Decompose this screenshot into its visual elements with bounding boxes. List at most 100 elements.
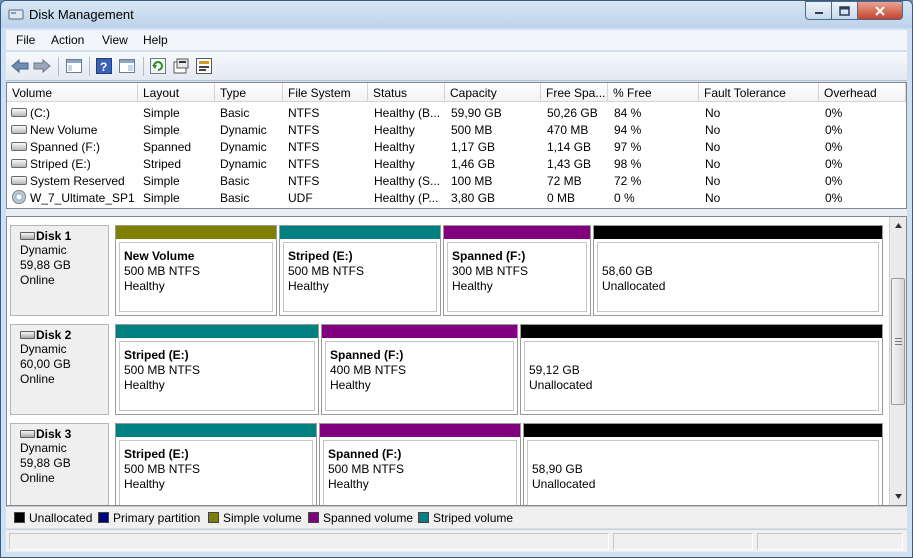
partition-size: 500 MB NTFS bbox=[328, 462, 405, 476]
column-header-file-system[interactable]: File System bbox=[283, 83, 368, 102]
disk-state: Online bbox=[20, 273, 55, 287]
title-bar[interactable]: Disk Management bbox=[1, 1, 912, 28]
cell-overhead: 0% bbox=[825, 157, 843, 171]
partition-block[interactable]: New Volume 500 MB NTFS Healthy bbox=[115, 225, 277, 316]
unallocated-block[interactable]: 58,90 GB Unallocated bbox=[523, 423, 883, 505]
maximize-button[interactable] bbox=[831, 1, 858, 20]
column-header-overhead[interactable]: Overhead bbox=[819, 83, 906, 102]
console-tree-button[interactable] bbox=[65, 57, 83, 75]
toolbar-separator bbox=[143, 57, 144, 76]
partition-size: 58,60 GB bbox=[602, 264, 653, 278]
partition-name: Spanned (F:) bbox=[452, 249, 526, 263]
partition-size: 500 MB NTFS bbox=[124, 462, 201, 476]
cell-overhead: 0% bbox=[825, 123, 843, 137]
close-button[interactable] bbox=[857, 1, 903, 20]
forward-arrow-icon bbox=[33, 59, 51, 73]
help-button[interactable]: ? bbox=[95, 57, 113, 75]
scroll-down-button[interactable] bbox=[890, 488, 906, 505]
column-header-capacity[interactable]: Capacity bbox=[445, 83, 541, 102]
partition-block[interactable]: Spanned (F:) 500 MB NTFS Healthy bbox=[319, 423, 521, 505]
partition-block[interactable]: Spanned (F:) 400 MB NTFS Healthy bbox=[321, 324, 518, 415]
help-topics-icon bbox=[119, 59, 135, 73]
cell-status: Healthy (P... bbox=[374, 191, 439, 205]
cell-status: Healthy bbox=[374, 157, 415, 171]
status-pane-main bbox=[9, 533, 609, 550]
menu-help[interactable]: Help bbox=[143, 33, 168, 47]
partition-status: Unallocated bbox=[602, 279, 666, 293]
disk-type: Dynamic bbox=[20, 243, 67, 257]
volume-list[interactable]: Volume Layout Type File System Status Ca… bbox=[6, 82, 907, 209]
column-header-type[interactable]: Type bbox=[215, 83, 283, 102]
properties-button[interactable] bbox=[172, 57, 190, 75]
volume-row[interactable]: Spanned (F:) Spanned Dynamic NTFS Healthy 1,1… bbox=[7, 138, 906, 155]
partition-type-band bbox=[322, 325, 517, 338]
partition-size: 58,90 GB bbox=[532, 462, 583, 476]
cell-free-space: 50,26 GB bbox=[547, 106, 598, 120]
back-button[interactable] bbox=[11, 57, 29, 75]
partition-status: Healthy bbox=[124, 279, 165, 293]
partition-block[interactable]: Striped (E:) 500 MB NTFS Healthy bbox=[115, 423, 317, 505]
minimize-button[interactable] bbox=[805, 1, 832, 20]
scroll-up-icon bbox=[894, 223, 902, 228]
volume-row[interactable]: System Reserved Simple Basic NTFS Healthy (S… bbox=[7, 172, 906, 189]
optical-disc-icon bbox=[12, 190, 26, 204]
partition-block[interactable]: Spanned (F:) 300 MB NTFS Healthy bbox=[443, 225, 591, 316]
unallocated-block[interactable]: 58,60 GB Unallocated bbox=[593, 225, 883, 316]
volume-row[interactable]: New Volume Simple Dynamic NTFS Healthy 500 MB… bbox=[7, 121, 906, 138]
menu-view[interactable]: View bbox=[102, 33, 128, 47]
svg-text:?: ? bbox=[100, 60, 107, 74]
disk-info-panel[interactable]: Disk 3 Dynamic 59,88 GB Online bbox=[10, 423, 109, 505]
disk-type: Dynamic bbox=[20, 342, 67, 356]
column-header-percent-free[interactable]: % Free bbox=[608, 83, 699, 102]
cell-percent-free: 97 % bbox=[614, 140, 642, 154]
partition-body: 58,60 GB Unallocated bbox=[597, 242, 879, 312]
vertical-scrollbar[interactable] bbox=[889, 217, 906, 505]
grip-icon bbox=[894, 338, 902, 345]
column-header-layout[interactable]: Layout bbox=[138, 83, 215, 102]
cell-capacity: 100 MB bbox=[451, 174, 493, 188]
unallocated-block[interactable]: 59,12 GB Unallocated bbox=[520, 324, 883, 415]
disk-properties-button[interactable] bbox=[195, 57, 213, 75]
disk-info-panel[interactable]: Disk 1 Dynamic 59,88 GB Online bbox=[10, 225, 109, 316]
scroll-up-button[interactable] bbox=[890, 217, 906, 234]
volume-row[interactable]: W_7_Ultimate_SP1... Simple Basic UDF Healthy… bbox=[7, 189, 906, 206]
volume-row[interactable]: Striped (E:) Striped Dynamic NTFS Healthy 1,4… bbox=[7, 155, 906, 172]
disk-name: Disk 3 bbox=[36, 427, 72, 441]
disk-info-panel[interactable]: Disk 2 Dynamic 60,00 GB Online bbox=[10, 324, 109, 415]
refresh-button[interactable] bbox=[149, 57, 167, 75]
cell-volume: W_7_Ultimate_SP1... bbox=[30, 191, 136, 205]
maximize-icon bbox=[839, 5, 850, 16]
console-tree-icon bbox=[66, 59, 82, 73]
hard-disk-icon bbox=[20, 232, 35, 240]
cell-capacity: 59,90 GB bbox=[451, 106, 502, 120]
cell-free-space: 1,43 GB bbox=[547, 157, 592, 171]
partition-status: Healthy bbox=[288, 279, 329, 293]
cell-capacity: 1,17 GB bbox=[451, 140, 496, 154]
cell-free-space: 0 MB bbox=[547, 191, 576, 205]
forward-button[interactable] bbox=[33, 57, 51, 75]
menu-action[interactable]: Action bbox=[51, 33, 84, 47]
partition-size: 500 MB NTFS bbox=[124, 264, 201, 278]
partition-type-band bbox=[116, 226, 276, 239]
pane-splitter[interactable] bbox=[6, 209, 907, 216]
column-header-fault-tolerance[interactable]: Fault Tolerance bbox=[699, 83, 819, 102]
menu-file[interactable]: File bbox=[16, 33, 35, 47]
cell-free-space: 72 MB bbox=[547, 174, 582, 188]
drive-icon bbox=[11, 125, 27, 134]
drive-icon bbox=[11, 176, 27, 185]
window-title: Disk Management bbox=[29, 7, 134, 22]
column-header-free-space[interactable]: Free Spa... bbox=[541, 83, 608, 102]
help-topics-button[interactable] bbox=[118, 57, 136, 75]
volume-row[interactable]: (C:) Simple Basic NTFS Healthy (B... 59,90 GB… bbox=[7, 104, 906, 121]
column-header-status[interactable]: Status bbox=[368, 83, 445, 102]
column-header-volume[interactable]: Volume bbox=[7, 83, 138, 102]
partition-block[interactable]: Striped (E:) 500 MB NTFS Healthy bbox=[279, 225, 441, 316]
scroll-thumb[interactable] bbox=[891, 278, 905, 405]
cell-type: Dynamic bbox=[220, 157, 267, 171]
partition-status: Healthy bbox=[124, 378, 165, 392]
cell-percent-free: 98 % bbox=[614, 157, 642, 171]
partition-block[interactable]: Striped (E:) 500 MB NTFS Healthy bbox=[115, 324, 319, 415]
cell-layout: Striped bbox=[143, 157, 182, 171]
cell-volume: New Volume bbox=[30, 123, 98, 137]
cell-fault-tolerance: No bbox=[705, 106, 721, 120]
